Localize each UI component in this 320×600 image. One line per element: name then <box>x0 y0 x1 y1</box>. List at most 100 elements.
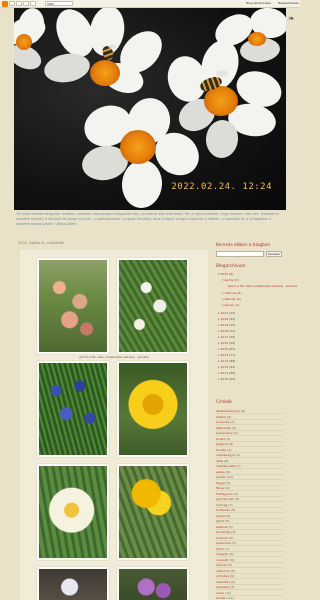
search-input[interactable] <box>216 251 264 257</box>
archive-year-2016[interactable]: ▸2016 (58) <box>218 341 235 345</box>
blogger-logo-icon[interactable] <box>2 1 8 7</box>
label-name: díszkáposzta <box>216 464 236 468</box>
archive-year-2011[interactable]: ▸2011 (86) <box>218 371 235 375</box>
header-image[interactable]: 2022.02.24. 12:24 <box>14 8 286 210</box>
label-name: ibolya <box>216 513 226 518</box>
archive-year-2019[interactable]: ▸2019 (45) <box>218 323 235 327</box>
label-name: kaktusz <box>216 524 228 529</box>
label-name: hortenzia <box>216 508 231 512</box>
label-name: évelők <box>216 475 226 479</box>
archive-month-january[interactable]: ▸január (1) <box>222 303 239 307</box>
label-count: (6) <box>227 414 232 419</box>
label-name: gyümölcsök <box>216 497 234 501</box>
archive-year-2015[interactable]: ▸2015 (63) <box>218 347 235 351</box>
photo-white-flowers[interactable] <box>117 258 189 354</box>
label-name: ablakpárkányon <box>216 409 241 413</box>
label-name: csipkebogyó <box>216 453 235 457</box>
archive-year-2013[interactable]: ▸2013 (88) <box>218 359 235 363</box>
label-count: (4) <box>231 530 236 534</box>
archive-post-link[interactable]: Jácint a fán után (vadbirsben karsza) - … <box>228 284 297 288</box>
label-name: kardvirág <box>216 530 231 534</box>
archive-month-april[interactable]: ▾április (1) <box>222 278 239 282</box>
search-title: Keresés ebben a blogban <box>216 243 271 248</box>
archive-month-february[interactable]: ▸február (2) <box>222 297 241 301</box>
label-count: (4) <box>225 469 231 474</box>
label-name: áttekintés <box>216 425 232 430</box>
label-count: (2) <box>232 425 237 430</box>
label-count: (8) <box>229 442 234 446</box>
label-name: nárcisz <box>216 563 227 567</box>
triangle-right-icon: ▸ <box>218 365 220 369</box>
archive-year-2022[interactable]: ▾2022 (8) <box>218 272 233 276</box>
triangle-right-icon: ▸ <box>222 303 224 307</box>
photo-daffodil-yellow[interactable] <box>117 361 189 457</box>
label-count: (3) <box>226 480 231 485</box>
triangle-right-icon: ▸ <box>218 377 220 381</box>
label-count: (5) <box>225 519 230 523</box>
post-body: Jácint a fán után (vadbirsben karsza) - … <box>20 250 208 600</box>
triangle-right-icon: ▸ <box>218 335 220 339</box>
nav-square-3[interactable] <box>23 1 29 6</box>
photo-crocus-white[interactable] <box>37 567 109 600</box>
more-dropdown[interactable]: Több <box>45 1 73 6</box>
label-count: (5) <box>233 431 238 435</box>
photo-narcissus-white[interactable] <box>37 464 109 560</box>
archive-year-2010[interactable]: ▸2010 (65) <box>218 377 235 381</box>
label-count: (6) <box>226 513 231 518</box>
photo-caption: Jácint a fán után (vadbirsben karsza) - … <box>79 355 149 359</box>
triangle-right-icon: ▸ <box>218 359 220 363</box>
label-count: (7) <box>228 502 233 507</box>
label-count: (7) <box>225 546 230 551</box>
label-link[interactable]: tulipán (10) <box>216 596 284 600</box>
photo-crocus-purple[interactable] <box>117 567 189 600</box>
label-count: (12) <box>226 475 234 479</box>
bird-icon: ❧ <box>288 14 295 23</box>
label-name: állatok <box>216 414 227 419</box>
labels-title: Címkék <box>216 400 232 405</box>
archive-year-2020[interactable]: ▸2020 (42) <box>218 317 235 321</box>
archive-year-2018[interactable]: ▸2018 (52) <box>218 329 235 333</box>
photo-timestamp: 2022.02.24. 12:24 <box>171 182 272 192</box>
label-count: (6) <box>241 409 246 413</box>
label-count: (4) <box>229 552 234 556</box>
label-name: estike <box>216 469 225 474</box>
photo-hyacinth-pink[interactable] <box>37 258 109 354</box>
archive-year-2014[interactable]: ▸2014 (71) <box>218 353 235 357</box>
label-name: boróka <box>216 447 227 452</box>
label-count: (10) <box>227 596 234 600</box>
nav-square-1[interactable] <box>9 1 15 6</box>
photo-muscari-blue[interactable] <box>37 361 109 457</box>
label-count: (5) <box>233 491 239 496</box>
label-count: (9) <box>234 497 240 501</box>
search-button[interactable]: Keresés <box>266 251 282 257</box>
archive-year-2012[interactable]: ▸2012 (94) <box>218 365 235 369</box>
nav-square-2[interactable] <box>16 1 22 6</box>
label-count: (8) <box>227 563 232 567</box>
label-count: (3) <box>226 436 231 441</box>
label-count: (3) <box>228 524 233 529</box>
label-name: begónia <box>216 442 229 446</box>
archive-month-march[interactable]: ▸március (4) <box>222 291 242 295</box>
label-name: orchidea <box>216 574 229 578</box>
photo-daffodil-double[interactable] <box>117 464 189 560</box>
label-name: dália <box>216 458 224 463</box>
label-name: fokhagyma <box>216 491 233 496</box>
label-name: levendula <box>216 541 231 545</box>
archive-year-2017[interactable]: ▸2017 (49) <box>218 335 235 339</box>
label-name: bazsarózsa <box>216 431 233 435</box>
label-name: hóvirág <box>216 502 228 507</box>
blog-description: "Ez által lehetsz bárgyúan rendben, szel… <box>16 212 279 226</box>
archive-year-2021[interactable]: ▸2021 (29) <box>218 311 235 315</box>
nav-square-4[interactable] <box>30 1 36 6</box>
label-count: (9) <box>229 557 234 562</box>
triangle-right-icon: ▸ <box>218 329 220 333</box>
label-count: (6) <box>228 535 233 540</box>
label-name: bodza <box>216 436 226 441</box>
label-name: őszirózsa <box>216 579 230 584</box>
post-date: 2022. április 8., csütörtök <box>18 241 65 245</box>
label-count: (3) <box>230 579 236 584</box>
triangle-right-icon: ▸ <box>218 311 220 315</box>
archive-title: Blogarchívum <box>216 264 246 269</box>
sign-in-link[interactable]: Bejelentkezés <box>278 1 299 6</box>
create-blog-link[interactable]: Blog létrehozása <box>246 1 271 6</box>
